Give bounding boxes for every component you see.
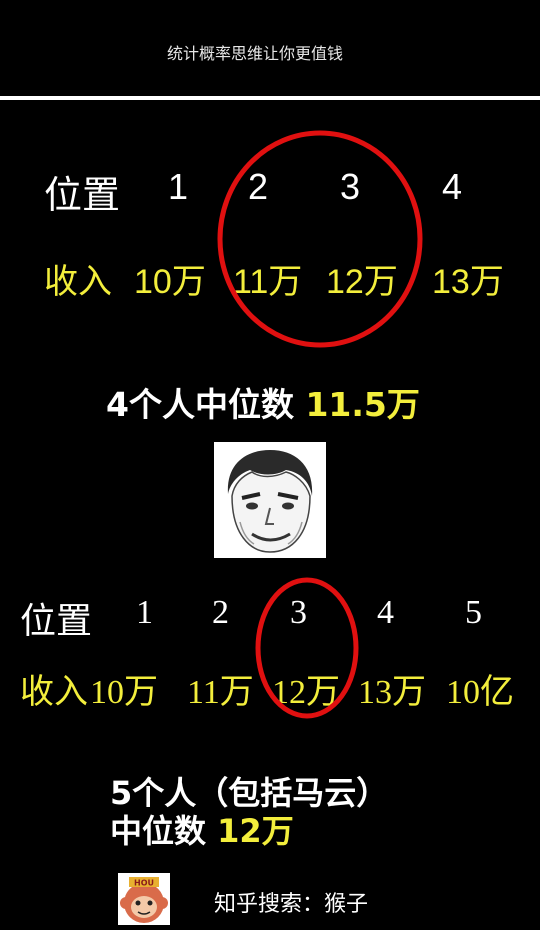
median-value: 12万 xyxy=(217,812,294,850)
avatar-text: HOU xyxy=(134,879,154,888)
median-text: 中位数 xyxy=(110,812,207,850)
group-description: 5个人（包括马云） xyxy=(110,774,389,812)
median-statement-2: 5个人（包括马云） 中位数 12万 xyxy=(110,774,388,850)
monkey-avatar-icon: HOU xyxy=(118,873,170,925)
footer-search-text: 知乎搜索：猴子 xyxy=(214,892,369,917)
